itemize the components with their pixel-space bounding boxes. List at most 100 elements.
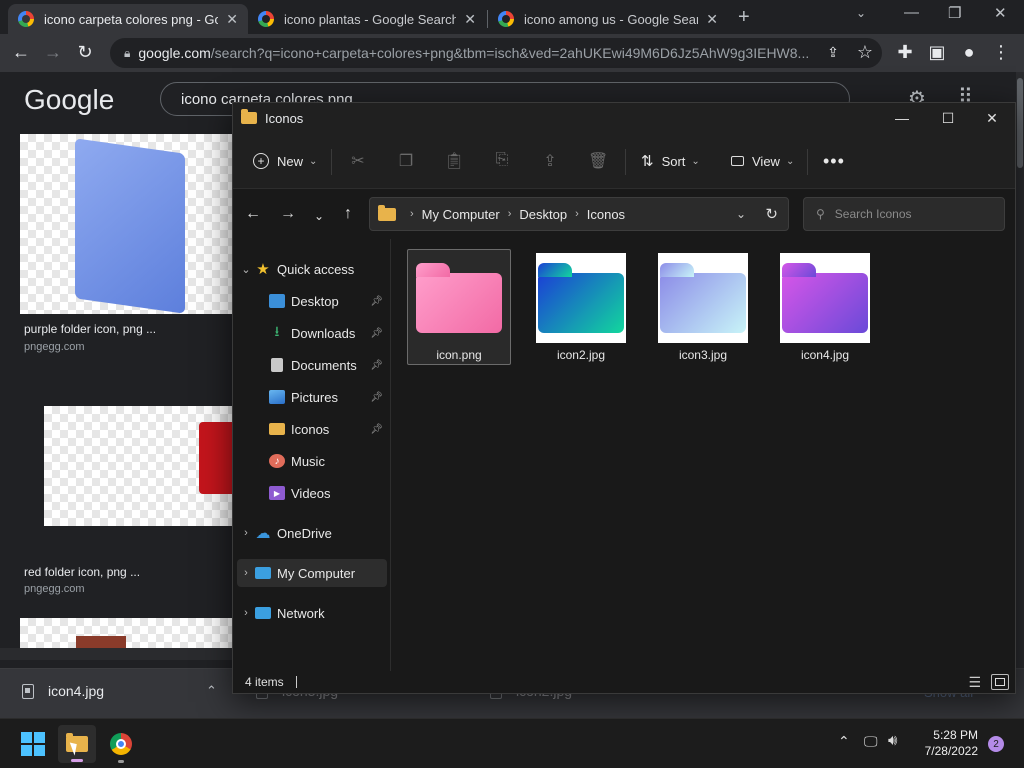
address-bar[interactable]: 🔒︎ google.com /search?q=icono+carpeta+co…	[110, 38, 882, 68]
scrollbar-thumb[interactable]	[1017, 78, 1023, 168]
breadcrumb-iconos[interactable]: Iconos	[587, 207, 625, 222]
sidebar-item-network[interactable]: › Network	[237, 599, 387, 627]
file-item-icon4-jpg[interactable]: icon4.jpg	[773, 249, 877, 365]
bookmark-star-icon[interactable]: ☆	[854, 42, 876, 63]
pin-icon: 📌︎	[370, 327, 383, 339]
tab-plantas[interactable]: icono plantas - Google Search ✕	[248, 4, 486, 34]
share-icon[interactable]: ⇪	[822, 44, 844, 61]
network-status-icon[interactable]: 🖵︎	[864, 733, 878, 750]
blue-green-folder-graphic	[538, 263, 624, 333]
chevron-up-icon[interactable]: ⌃	[206, 683, 217, 699]
result-source: pngegg.com	[24, 341, 85, 353]
sort-button[interactable]: ⇅ Sort ⌄	[641, 147, 700, 175]
delete-icon[interactable]: 🗑︎	[588, 151, 608, 171]
breadcrumb-chevron: ›	[575, 208, 579, 220]
menu-kebab-icon[interactable]: ⋮	[990, 42, 1012, 63]
chrome-taskbar-button[interactable]	[106, 729, 136, 763]
extensions-icon[interactable]: ✚	[894, 42, 916, 63]
chevron-right-icon[interactable]: ›	[237, 527, 255, 539]
sidebar-item-quick-access[interactable]: ⌄ ★ Quick access	[237, 255, 387, 283]
item-count: 4 items	[245, 675, 284, 689]
sidebar-item-my-computer[interactable]: › My Computer	[237, 559, 387, 587]
refresh-icon[interactable]: ↻	[765, 205, 778, 223]
chevron-down-icon[interactable]: ⌄	[237, 263, 255, 276]
restore-icon[interactable]: ❐	[948, 4, 961, 22]
details-view-icon[interactable]: ☰	[968, 674, 981, 691]
file-item-icon2-jpg[interactable]: icon2.jpg	[529, 249, 633, 365]
purple-folder-graphic	[75, 138, 185, 314]
result-image-partial[interactable]	[20, 618, 232, 648]
explorer-minimize-icon[interactable]: —	[879, 103, 925, 133]
clock[interactable]: 5:28 PM 7/28/2022	[912, 727, 978, 759]
sidebar-item-music[interactable]: ♪ Music	[237, 447, 387, 475]
sidebar-item-downloads[interactable]: ⭳ Downloads 📌︎	[237, 319, 387, 347]
cut-icon[interactable]: ✂	[348, 151, 368, 171]
back-icon[interactable]: ←	[243, 205, 263, 223]
reload-icon[interactable]: ↻	[74, 42, 96, 63]
page-scrollbar[interactable]	[1016, 72, 1024, 668]
file-item-icon3-jpg[interactable]: icon3.jpg	[651, 249, 755, 365]
notification-badge[interactable]: 2	[988, 736, 1004, 752]
divider	[331, 149, 332, 175]
sidebar-item-onedrive[interactable]: › ☁ OneDrive	[237, 519, 387, 547]
tab-carpeta[interactable]: icono carpeta colores png - Goo ✕	[8, 4, 248, 34]
chevron-down-icon: ⌄	[785, 155, 795, 167]
close-tab-icon[interactable]: ✕	[706, 11, 718, 28]
file-item-icon-png[interactable]: icon.png	[407, 249, 511, 365]
back-icon[interactable]: ←	[10, 42, 32, 63]
divider	[295, 676, 297, 688]
result-image-purple-folder[interactable]	[20, 134, 232, 314]
divider	[625, 149, 626, 175]
folder-icon	[269, 423, 285, 435]
address-dropdown-icon[interactable]: ⌄	[736, 207, 746, 221]
rename-icon[interactable]: ⎘	[492, 151, 512, 169]
recent-locations-icon[interactable]: ⌄	[309, 209, 329, 223]
chevron-right-icon[interactable]: ›	[237, 607, 255, 619]
close-tab-icon[interactable]: ✕	[464, 11, 476, 28]
new-tab-icon[interactable]: +	[738, 6, 750, 29]
show-hidden-icons-icon[interactable]: ⌃	[838, 733, 850, 750]
view-button[interactable]: View ⌄	[731, 147, 794, 175]
result-title[interactable]: red folder icon, png ...	[24, 565, 140, 579]
address-breadcrumb[interactable]: › My Computer › Desktop › Iconos ⌄ ↻	[369, 197, 789, 231]
chevron-right-icon[interactable]: ›	[237, 567, 255, 579]
sidebar-item-documents[interactable]: Documents 📌︎	[237, 351, 387, 379]
paste-icon[interactable]: 📋︎	[444, 151, 464, 171]
download-item-icon4[interactable]: icon4.jpg	[22, 683, 104, 699]
close-tab-icon[interactable]: ✕	[226, 11, 238, 28]
new-button[interactable]: + New ⌄	[253, 147, 317, 175]
explorer-search-input[interactable]: ⚲ Search Iconos	[803, 197, 1005, 231]
breadcrumb-my-computer[interactable]: My Computer	[422, 207, 500, 222]
side-panel-icon[interactable]: ▣	[926, 42, 948, 63]
share-icon[interactable]: ⇪	[540, 151, 560, 171]
browser-toolbar: ← → ↻ 🔒︎ google.com /search?q=icono+carp…	[0, 34, 1024, 72]
close-window-icon[interactable]: ✕	[994, 4, 1007, 22]
explorer-close-icon[interactable]: ✕	[969, 103, 1015, 133]
start-button[interactable]	[18, 729, 48, 759]
sidebar-item-desktop[interactable]: Desktop 📌︎	[237, 287, 387, 315]
desktop-icon	[269, 294, 285, 308]
sidebar-item-pictures[interactable]: Pictures 📌︎	[237, 383, 387, 411]
sidebar-item-iconos[interactable]: Iconos 📌︎	[237, 415, 387, 443]
tab-search-icon[interactable]: ⌄	[856, 6, 866, 20]
explorer-maximize-icon[interactable]: ☐	[925, 103, 971, 133]
tab-among-us[interactable]: icono among us - Google Search ✕	[488, 4, 728, 34]
result-image-red-folder[interactable]	[44, 406, 232, 526]
google-logo[interactable]: Google	[24, 84, 114, 116]
forward-icon[interactable]: →	[278, 205, 298, 223]
copy-icon[interactable]: ❐	[396, 151, 416, 171]
volume-icon[interactable]: 🔊︎	[888, 732, 897, 749]
sidebar-item-videos[interactable]: ▶ Videos	[237, 479, 387, 507]
result-title[interactable]: purple folder icon, png ...	[24, 322, 156, 336]
minimize-icon[interactable]: —	[904, 4, 919, 21]
horizontal-scrollbar[interactable]	[0, 648, 232, 660]
lavender-folder-graphic	[660, 263, 746, 333]
tiles-view-icon[interactable]	[991, 674, 1009, 690]
divider	[807, 149, 808, 175]
forward-icon[interactable]: →	[42, 42, 64, 63]
breadcrumb-desktop[interactable]: Desktop	[519, 207, 567, 222]
up-icon[interactable]: ↑	[338, 205, 358, 223]
profile-icon[interactable]: ●	[958, 42, 980, 63]
lock-icon: 🔒︎	[124, 45, 131, 60]
more-options-icon[interactable]: •••	[823, 147, 845, 175]
